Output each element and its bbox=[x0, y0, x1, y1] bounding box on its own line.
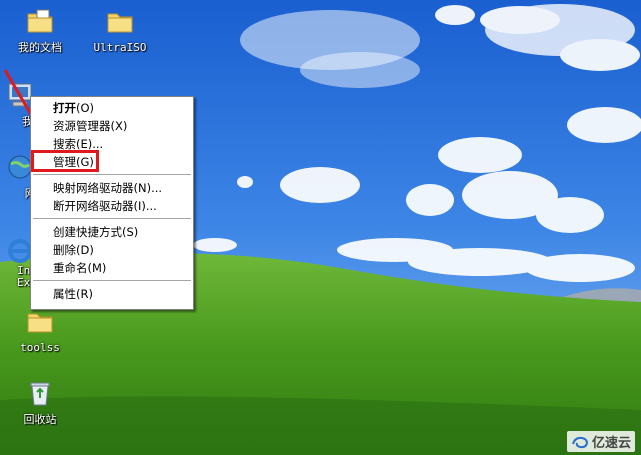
menu-item-shortcut: (I)... bbox=[133, 199, 157, 213]
menu-item-label: 资源管理器 bbox=[53, 119, 111, 133]
menu-item-label: 搜索 bbox=[53, 137, 76, 151]
menu-item-delete[interactable]: 删除(D) bbox=[31, 241, 193, 259]
menu-item-label: 删除 bbox=[53, 243, 76, 257]
menu-item-shortcut: (M) bbox=[87, 261, 107, 275]
menu-item-create-shortcut[interactable]: 创建快捷方式(S) bbox=[31, 223, 193, 241]
menu-item-properties[interactable]: 属性(R) bbox=[31, 285, 193, 303]
menu-item-map-network-drive[interactable]: 映射网络驱动器(N)... bbox=[31, 179, 193, 197]
menu-item-shortcut: (R) bbox=[76, 287, 93, 301]
watermark-text: 亿速云 bbox=[591, 436, 631, 451]
menu-item-label: 映射网络驱动器 bbox=[53, 181, 134, 195]
desktop[interactable]: 我的文档 UltraISO 我的 网_ Int Exp bbox=[0, 0, 641, 455]
menu-item-shortcut: (X) bbox=[110, 119, 128, 133]
menu-item-label: 重命名 bbox=[53, 261, 88, 275]
menu-item-rename[interactable]: 重命名(M) bbox=[31, 259, 193, 277]
menu-item-shortcut: (D) bbox=[76, 243, 94, 257]
context-menu[interactable]: 打开(O) 资源管理器(X) 搜索(E)... 管理(G) 映射网络驱动器(N)… bbox=[30, 96, 194, 310]
menu-separator bbox=[33, 174, 191, 175]
menu-item-label: 断开网络驱动器 bbox=[53, 199, 134, 213]
menu-separator bbox=[33, 218, 191, 219]
menu-item-disconnect-network-drive[interactable]: 断开网络驱动器(I)... bbox=[31, 197, 193, 215]
menu-item-shortcut: (N)... bbox=[133, 181, 163, 195]
menu-item-shortcut: (S) bbox=[122, 225, 139, 239]
menu-item-label: 打开 bbox=[53, 101, 76, 115]
menu-separator bbox=[33, 280, 191, 281]
menu-item-label: 创建快捷方式 bbox=[53, 225, 122, 239]
menu-item-explorer[interactable]: 资源管理器(X) bbox=[31, 117, 193, 135]
menu-item-shortcut: (O) bbox=[76, 101, 95, 115]
menu-item-shortcut: (E)... bbox=[76, 137, 104, 151]
watermark: 亿速云 bbox=[566, 431, 635, 452]
watermark-logo-icon bbox=[572, 436, 588, 448]
menu-item-open[interactable]: 打开(O) bbox=[31, 99, 193, 117]
annotation-highlight-box bbox=[31, 150, 99, 172]
menu-item-label: 属性 bbox=[53, 287, 76, 301]
